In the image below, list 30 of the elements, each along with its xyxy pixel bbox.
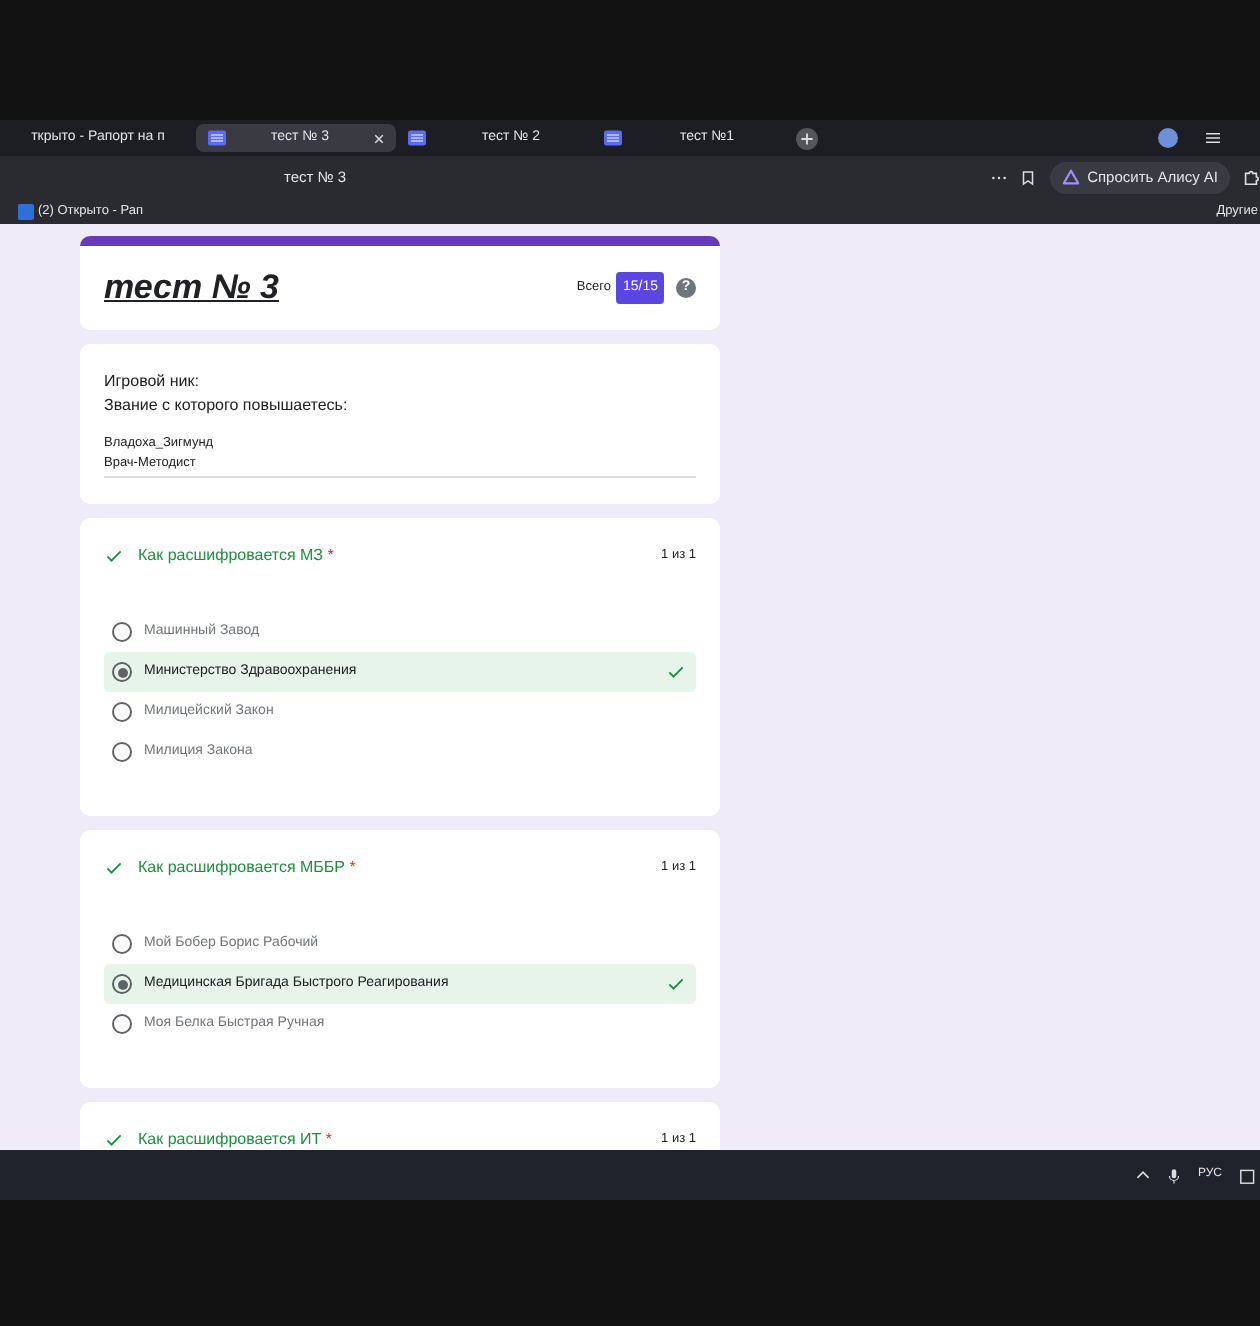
question-title: Как расшифровается МЗ *	[138, 544, 336, 568]
form-icon	[408, 130, 426, 146]
close-icon[interactable]	[374, 133, 384, 143]
radio-button[interactable]	[112, 934, 132, 954]
field-label: Звание с которого повышаетесь:	[104, 394, 350, 418]
chevron-up-icon[interactable]	[1135, 1170, 1150, 1180]
question-title: Как расшифровается МББР *	[138, 856, 358, 880]
microphone-icon[interactable]	[1167, 1167, 1180, 1183]
question-title: Как расшифровается ИТ *	[138, 1128, 335, 1150]
menu-icon[interactable]	[1206, 132, 1220, 144]
radio-button[interactable]	[112, 662, 132, 682]
field-label: Игровой ник:	[104, 370, 201, 394]
form-icon	[208, 130, 226, 146]
check-icon	[666, 974, 686, 994]
plus-icon	[800, 131, 814, 145]
bookmark-icon[interactable]	[1021, 169, 1034, 185]
profile-avatar[interactable]	[1158, 128, 1178, 148]
radio-button[interactable]	[112, 702, 132, 722]
check-icon	[666, 662, 686, 682]
radio-button[interactable]	[112, 1014, 132, 1034]
notification-icon[interactable]	[1240, 1167, 1256, 1183]
new-tab-button[interactable]	[796, 127, 818, 149]
radio-button[interactable]	[112, 974, 132, 994]
form-icon	[604, 130, 622, 146]
radio-button[interactable]	[112, 622, 132, 642]
site-icon	[18, 203, 34, 219]
puzzle-icon[interactable]	[1242, 168, 1260, 186]
form-title: тест № 3	[104, 266, 282, 311]
triangle-icon	[1061, 168, 1080, 186]
radio-button[interactable]	[112, 742, 132, 762]
